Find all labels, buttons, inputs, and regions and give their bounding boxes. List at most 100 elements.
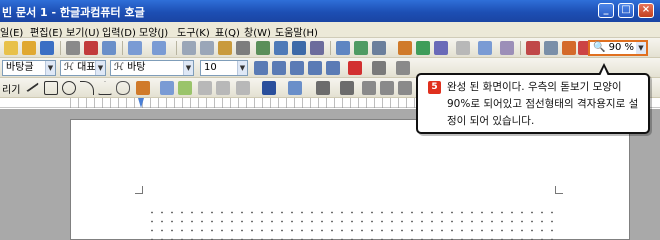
highlight-icon[interactable] <box>372 61 386 75</box>
replace-icon[interactable] <box>274 41 288 55</box>
menu-format[interactable]: 모양(J) <box>139 24 168 39</box>
callout-pointer-fill <box>600 67 608 76</box>
paste-icon[interactable] <box>218 41 232 55</box>
style-combo[interactable]: 바탕글 ▼ <box>2 60 56 76</box>
insert-table-icon[interactable] <box>372 41 386 55</box>
callout-text: 완성 된 화면이다. 우측의 돋보기 모양이 90%로 되어있고 점선형태의 격… <box>447 81 639 127</box>
insert-shape-icon[interactable] <box>336 41 350 55</box>
line-style-icon[interactable] <box>316 81 330 95</box>
toolbar-separator <box>330 41 331 55</box>
line-color-icon[interactable] <box>262 81 276 95</box>
spell-check-icon[interactable] <box>292 41 306 55</box>
curve-tool-icon[interactable] <box>116 81 130 95</box>
insert-picture-icon[interactable] <box>354 41 368 55</box>
toolbar-separator <box>176 41 177 55</box>
chevron-down-icon[interactable]: ▼ <box>45 61 55 75</box>
title-bar: 빈 문서 1 - 한글과컴퓨터 호글 _ □ × <box>0 0 660 22</box>
chevron-down-icon[interactable]: ▼ <box>636 42 646 54</box>
3d-icon[interactable] <box>398 81 412 95</box>
order-icon[interactable] <box>236 81 250 95</box>
group-icon[interactable] <box>198 81 212 95</box>
chevron-down-icon[interactable]: ▼ <box>95 61 105 75</box>
superscript-icon[interactable] <box>308 61 322 75</box>
line-width-icon[interactable] <box>340 81 354 95</box>
undo-icon[interactable] <box>128 41 142 55</box>
print-icon[interactable] <box>66 41 80 55</box>
image-frame-icon[interactable] <box>178 81 192 95</box>
maximize-button[interactable]: □ <box>618 3 634 18</box>
insert-chart-icon[interactable] <box>398 41 412 55</box>
step-number-badge: 5 <box>428 81 441 94</box>
style-combo-value: 바탕글 <box>6 62 34 73</box>
italic-icon[interactable] <box>272 61 286 75</box>
insert-equation-icon[interactable] <box>416 41 430 55</box>
fill-color-icon[interactable] <box>288 81 302 95</box>
menu-view[interactable]: 보기(U) <box>66 24 100 39</box>
menu-help[interactable]: 도움말(H) <box>275 24 318 39</box>
field-icon[interactable] <box>456 41 470 55</box>
font-glyph-icon: ℋ <box>114 62 124 73</box>
redo-icon[interactable] <box>152 41 166 55</box>
text-box-icon[interactable] <box>160 81 174 95</box>
magnifier-icon: 🔍 <box>593 42 606 53</box>
font-combo[interactable]: ℋ 바탕 ▼ <box>110 60 194 76</box>
ungroup-icon[interactable] <box>216 81 230 95</box>
menu-table[interactable]: 표(Q) <box>215 24 240 39</box>
chevron-down-icon[interactable]: ▼ <box>183 61 193 75</box>
toolbar-separator <box>60 41 61 55</box>
help-book-icon[interactable] <box>562 41 576 55</box>
copy-icon[interactable] <box>200 41 214 55</box>
format-painter-icon[interactable] <box>236 41 250 55</box>
character-map-icon[interactable] <box>310 41 324 55</box>
open-folder-icon[interactable] <box>22 41 36 55</box>
minimize-button[interactable]: _ <box>598 3 614 18</box>
font-size-combo-value: 10 <box>204 62 217 73</box>
subscript-icon[interactable] <box>326 61 340 75</box>
symbol-icon[interactable] <box>478 41 492 55</box>
grid-paper-dots <box>147 208 557 240</box>
hyperlink-icon[interactable] <box>434 41 448 55</box>
line-tool-icon[interactable] <box>22 77 40 93</box>
cut-icon[interactable] <box>182 41 196 55</box>
margin-corner-top-right <box>555 186 563 194</box>
margin-corner-top-left <box>135 186 143 194</box>
standard-toolbar <box>0 38 660 58</box>
save-icon[interactable] <box>40 41 54 55</box>
underline-icon[interactable] <box>290 61 304 75</box>
chevron-down-icon[interactable]: ▼ <box>237 61 247 75</box>
font-color-icon[interactable] <box>348 61 362 75</box>
window-title: 빈 문서 1 - 한글과컴퓨터 호글 <box>2 6 145 19</box>
annotation-callout: 5 완성 된 화면이다. 우측의 돋보기 모양이 90%로 되어있고 점선형태의… <box>416 63 650 134</box>
shadow-icon[interactable] <box>380 81 394 95</box>
ellipse-tool-icon[interactable] <box>62 81 76 95</box>
arc-tool-icon[interactable] <box>80 81 94 95</box>
page-view-icon[interactable] <box>526 41 540 55</box>
rectangle-tool-icon[interactable] <box>44 81 58 95</box>
polygon-tool-icon[interactable] <box>98 81 112 95</box>
align-icon[interactable] <box>396 61 410 75</box>
zoom-value: 90 % <box>608 42 635 53</box>
page-setup-icon[interactable] <box>102 41 116 55</box>
toolbar-separator <box>520 41 521 55</box>
bold-icon[interactable] <box>254 61 268 75</box>
menu-window[interactable]: 창(W) <box>244 24 271 39</box>
full-screen-icon[interactable] <box>544 41 558 55</box>
menu-edit[interactable]: 편집(E) <box>30 24 63 39</box>
arrow-style-icon[interactable] <box>362 81 376 95</box>
settings-icon[interactable] <box>500 41 514 55</box>
toolbar-separator <box>122 41 123 55</box>
menu-file[interactable]: 일(E) <box>0 24 23 39</box>
zoom-combo[interactable]: 🔍 90 % ▼ <box>588 40 648 56</box>
close-button[interactable]: × <box>638 3 654 18</box>
menu-tools[interactable]: 도구(K) <box>177 24 210 39</box>
find-icon[interactable] <box>256 41 270 55</box>
drawing-toolbar-label: 리기 <box>2 85 21 96</box>
print-preview-icon[interactable] <box>84 41 98 55</box>
document-page[interactable] <box>70 119 630 240</box>
new-document-icon[interactable] <box>4 41 18 55</box>
font-type-combo[interactable]: ℋ 대표 ▼ <box>60 60 106 76</box>
font-combo-value: 바탕 <box>127 62 146 73</box>
font-size-combo[interactable]: 10 ▼ <box>200 60 248 76</box>
menu-insert[interactable]: 입력(D) <box>102 24 136 39</box>
pen-tool-icon[interactable] <box>136 81 150 95</box>
